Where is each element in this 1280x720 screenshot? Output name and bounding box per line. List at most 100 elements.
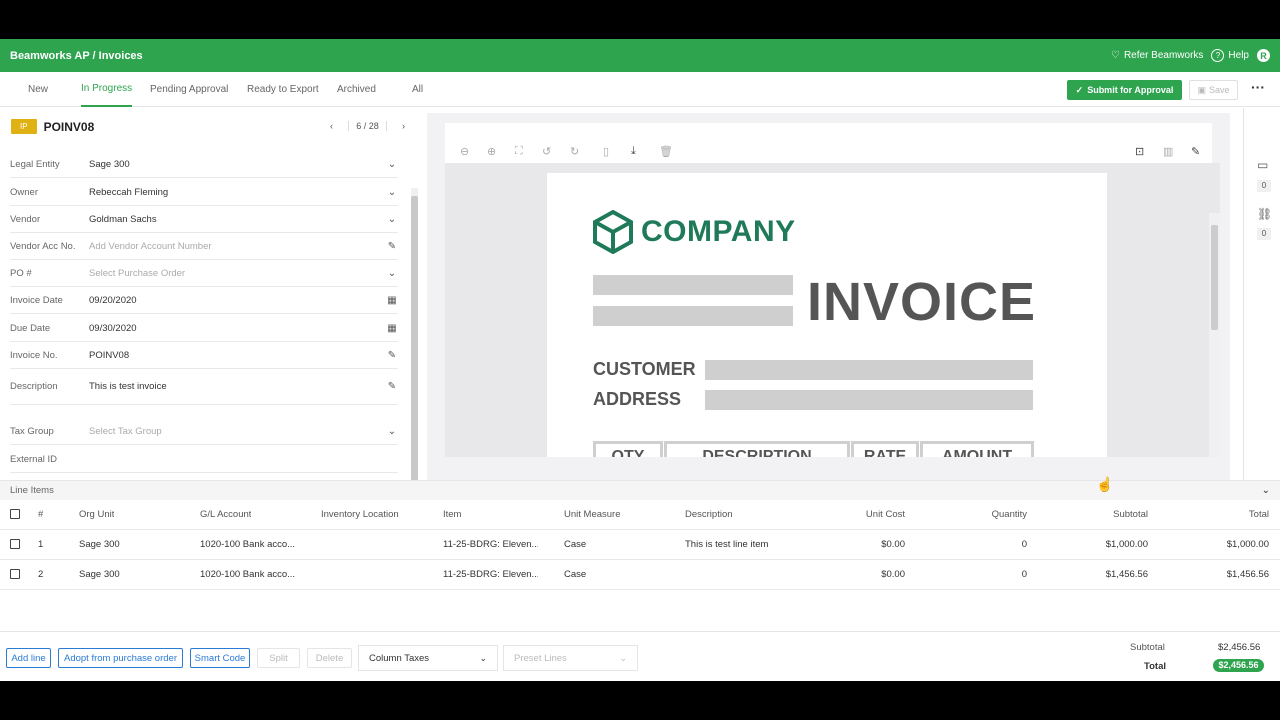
tab-all[interactable]: All	[412, 72, 423, 107]
calendar-icon[interactable]: ▦	[386, 323, 398, 334]
line-items-header[interactable]: Line Items ⌄	[0, 480, 1280, 500]
download-icon[interactable]: ⤓	[631, 145, 636, 158]
doc-table-header: AMOUNT	[920, 441, 1034, 457]
side-rail: ▭ 0 ⛓ 0	[1243, 108, 1280, 480]
pencil-icon[interactable]: ✎	[386, 381, 398, 392]
calendar-icon[interactable]: ▦	[386, 295, 398, 306]
column-taxes-select[interactable]: Column Taxes ⌄	[358, 645, 498, 671]
field-value[interactable]: Add Vendor Account Number	[89, 241, 386, 252]
link-icon[interactable]: ⛓	[1257, 207, 1272, 221]
rotate-right-icon[interactable]: ↻	[570, 145, 579, 158]
rotate-left-icon[interactable]: ↺	[542, 145, 551, 158]
chevron-right-icon[interactable]: ›	[402, 121, 405, 131]
split-view-icon[interactable]: ▥	[1163, 145, 1173, 158]
cell-8: Quantity	[991, 509, 1027, 520]
field-value[interactable]: Sage 300	[89, 159, 386, 170]
help-link[interactable]: ? Help	[1211, 49, 1249, 62]
field-value[interactable]: This is test invoice	[89, 381, 386, 392]
form-scrollbar[interactable]	[411, 188, 418, 481]
field-invoice-no[interactable]: Invoice No. POINV08 ✎	[10, 342, 398, 369]
field-owner[interactable]: Owner Rebeccah Fleming ⌄	[10, 179, 398, 206]
field-label: PO #	[10, 267, 32, 279]
chevron-down-icon[interactable]: ⌄	[386, 426, 398, 437]
cell-7: Unit Cost	[865, 509, 905, 520]
table-row[interactable]: 1 Sage 300 1020-100 Bank acco... 11-25-BDRG…	[0, 530, 1280, 560]
app-title: Beamworks AP / Invoices	[10, 49, 143, 62]
adopt-from-po-button[interactable]: Adopt from purchase order	[58, 648, 183, 668]
field-value[interactable]: POINV08	[89, 350, 386, 361]
cell-8: 0	[1021, 539, 1027, 550]
field-vendor-acc-no[interactable]: Vendor Acc No. Add Vendor Account Number ✎	[10, 233, 398, 260]
tab-ready-to-export[interactable]: Ready to Export	[247, 72, 319, 107]
cell-2: 1020-100 Bank acco...	[200, 539, 295, 550]
fit-page-icon[interactable]: ⊡	[1135, 145, 1144, 158]
invoice-form: IP POINV08 ‹ 6 / 28 › Legal Entity Sage 3…	[0, 108, 420, 481]
cube-logo-icon	[593, 210, 633, 254]
field-value[interactable]: 09/30/2020	[89, 323, 386, 334]
field-legal-entity[interactable]: Legal Entity Sage 300 ⌄	[10, 151, 398, 178]
subtotal-value: $2,456.56	[1218, 642, 1261, 653]
tab-pending-approval[interactable]: Pending Approval	[150, 72, 228, 107]
chevron-left-icon[interactable]: ‹	[330, 121, 333, 131]
refer-link[interactable]: ♡ Refer Beamworks	[1111, 50, 1203, 61]
field-value[interactable]: Select Tax Group	[89, 426, 386, 437]
viewer-scrollbar[interactable]	[1209, 213, 1220, 457]
chevron-down-icon[interactable]: ⌄	[1262, 485, 1270, 496]
cell-9: $1,456.56	[1105, 569, 1148, 580]
row-checkbox[interactable]	[10, 509, 20, 519]
field-description[interactable]: Description This is test invoice ✎	[10, 368, 398, 405]
zoom-in-icon[interactable]: ⊕	[487, 145, 496, 158]
edit-pencil-icon[interactable]: ✎	[1191, 145, 1200, 158]
comments-count: 0	[1257, 180, 1271, 192]
more-menu-icon[interactable]: ···	[1248, 80, 1268, 100]
pencil-icon[interactable]: ✎	[386, 350, 398, 361]
field-invoice-date[interactable]: Invoice Date 09/20/2020 ▦	[10, 287, 398, 314]
field-value[interactable]: 09/20/2020	[89, 295, 386, 306]
chevron-down-icon[interactable]: ⌄	[386, 159, 398, 170]
save-button[interactable]: ▣ Save	[1189, 80, 1238, 100]
smart-code-button[interactable]: Smart Code	[190, 648, 250, 668]
chevron-down-icon[interactable]: ⌄	[386, 214, 398, 225]
field-label: Invoice No.	[10, 349, 58, 361]
tab-new[interactable]: New	[28, 72, 48, 107]
chevron-down-icon[interactable]: ⌄	[386, 268, 398, 279]
chevron-down-icon[interactable]: ⌄	[386, 187, 398, 198]
field-tax-group[interactable]: Tax Group Select Tax Group ⌄	[10, 418, 398, 445]
cell-9: Subtotal	[1113, 509, 1148, 520]
cell-4: 11-25-BDRG: Eleven...	[443, 569, 538, 580]
row-checkbox[interactable]	[10, 539, 20, 549]
app-window: Beamworks AP / Invoices ♡ Refer Beamwork…	[0, 39, 1280, 681]
field-label: Vendor	[10, 213, 41, 225]
comment-icon[interactable]: ▭	[1257, 158, 1268, 172]
field-value[interactable]: Select Purchase Order	[89, 268, 386, 279]
doc-table-header: QTY	[593, 441, 663, 457]
cell-2: G/L Account	[200, 509, 252, 520]
pencil-icon[interactable]: ✎	[386, 241, 398, 252]
field-po[interactable]: PO # Select Purchase Order ⌄	[10, 260, 398, 287]
document-page-area[interactable]: COMPANY INVOICE CUSTOMER ADDRESS QTY DES…	[445, 163, 1220, 457]
tab-archived[interactable]: Archived	[337, 72, 376, 107]
cell-1: Org Unit	[79, 509, 115, 520]
add-line-button[interactable]: Add line	[6, 648, 51, 668]
cell-7: $0.00	[881, 569, 905, 580]
fit-screen-icon[interactable]: ⛶	[515, 145, 523, 158]
preset-lines-select[interactable]: Preset Lines ⌄	[503, 645, 638, 671]
tab-in-progress[interactable]: In Progress	[81, 72, 133, 107]
row-checkbox[interactable]	[10, 569, 20, 579]
submit-for-approval-button[interactable]: ✓ Submit for Approval	[1067, 80, 1182, 100]
bookmark-icon[interactable]: ▯	[603, 145, 609, 158]
split-button[interactable]: Split	[257, 648, 300, 668]
trash-icon[interactable]: 🗑	[659, 145, 673, 158]
field-due-date[interactable]: Due Date 09/30/2020 ▦	[10, 315, 398, 342]
subtotal-label: Subtotal	[1130, 642, 1165, 653]
table-header-row[interactable]: # Org Unit G/L Account Inventory Location It…	[0, 500, 1280, 530]
table-row[interactable]: 2 Sage 300 1020-100 Bank acco... 11-25-BDRG…	[0, 560, 1280, 590]
field-value[interactable]: Rebeccah Fleming	[89, 187, 386, 198]
zoom-out-icon[interactable]: ⊖	[460, 145, 469, 158]
avatar[interactable]: R	[1257, 49, 1270, 62]
field-vendor[interactable]: Vendor Goldman Sachs ⌄	[10, 206, 398, 233]
delete-button[interactable]: Delete	[307, 648, 352, 668]
field-external-id[interactable]: External ID	[10, 446, 398, 473]
cursor-hand-icon: ☝	[1096, 476, 1114, 492]
field-value[interactable]: Goldman Sachs	[89, 214, 386, 225]
